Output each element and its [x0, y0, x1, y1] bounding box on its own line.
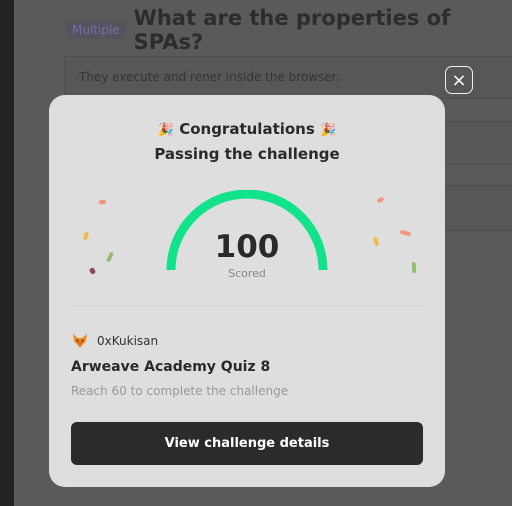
question-type-badge: Multiple	[66, 21, 126, 39]
sidebar-strip	[0, 0, 14, 506]
party-popper-icon: 🎉	[157, 123, 174, 138]
confetti-piece	[376, 196, 385, 204]
question-title: What are the properties of SPAs?	[133, 6, 451, 54]
modal-subtitle: Passing the challenge	[154, 145, 340, 163]
party-popper-icon: 🎉	[320, 123, 337, 138]
quiz-description: Reach 60 to complete the challenge	[71, 384, 289, 398]
congratulations-modal: 🎉 Congratulations 🎉 Passing the challeng…	[49, 95, 445, 487]
divider	[71, 305, 423, 306]
quiz-title: Arweave Academy Quiz 8	[71, 359, 271, 375]
confetti-piece	[411, 261, 417, 274]
user-name: 0xKukisan	[97, 334, 159, 348]
user-row: 0xKukisan	[71, 332, 158, 350]
question-header: Multiple What are the properties of SPAs…	[66, 6, 512, 54]
modal-title: 🎉 Congratulations 🎉	[49, 120, 445, 138]
close-button[interactable]: ×	[445, 66, 473, 94]
fox-icon	[73, 334, 87, 348]
confetti-piece	[98, 199, 107, 205]
score-label: Scored	[228, 267, 266, 280]
close-icon: ×	[451, 69, 467, 91]
modal-title-text: Congratulations	[179, 120, 315, 138]
view-challenge-details-button[interactable]: View challenge details	[71, 422, 423, 465]
